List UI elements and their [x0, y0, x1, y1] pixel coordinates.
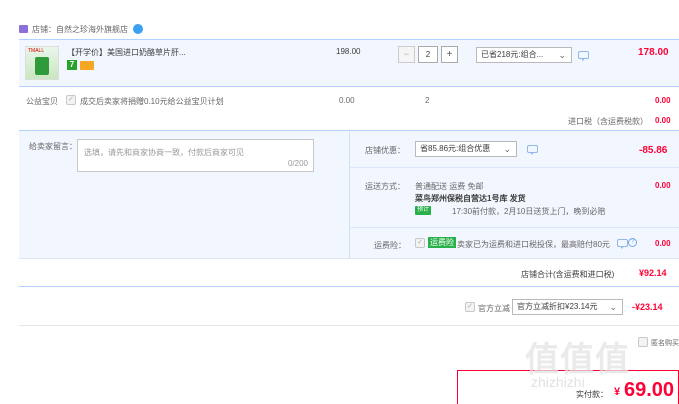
import-tax-label: 进口税（含运费税款） — [568, 117, 648, 126]
official-discount-select[interactable]: 官方立减折扣¥23.14元 ⌄ — [512, 299, 623, 315]
import-tax-amount: 0.00 — [655, 116, 671, 125]
message-counter: 0/200 — [287, 159, 308, 168]
delivery-promise: 17:30前付款，2月10日送货上门，晚到必赔 — [452, 207, 606, 216]
help-icon[interactable]: ? — [628, 238, 637, 247]
official-discount-value: 官方立减折扣¥23.14元 — [517, 302, 598, 311]
shop-discount-value: 省85.86元:组合优惠 — [420, 144, 491, 153]
unit-price: 198.00 — [336, 47, 361, 56]
charity-label: 公益宝贝 — [26, 97, 58, 106]
shop-total-label: 店铺合计(含运费和进口税) — [521, 270, 615, 279]
charity-text: 成交后卖家将捐赠0.10元给公益宝贝计划 — [80, 97, 224, 106]
shipping-warehouse: 菜鸟郑州保税自营达1号库 发货 — [415, 194, 526, 203]
official-discount-checkbox[interactable]: ✓ — [465, 302, 475, 312]
charity-amount: 0.00 — [655, 96, 671, 105]
shop-name-link[interactable]: 自然之珍海外旗舰店 — [56, 24, 128, 35]
shop-header: 店铺： 自然之珍海外旗舰店 — [19, 24, 419, 36]
message-textarea[interactable]: 选填，请先和商家协商一致，付款后商家可见 0/200 — [77, 139, 314, 172]
comment-icon[interactable] — [578, 51, 589, 61]
shop-icon — [19, 25, 28, 33]
thumb-bottle — [35, 57, 49, 75]
shop-discount-label: 店铺优惠： — [365, 146, 405, 155]
wangwang-icon[interactable] — [133, 24, 143, 34]
thumb-text: TMALL — [28, 48, 45, 54]
item-discount-select[interactable]: 已省218元:组合... ⌄ — [476, 47, 572, 63]
divider-line — [350, 227, 679, 228]
watermark: 值值值 zhizhizhi — [525, 332, 675, 402]
panel-divider — [349, 131, 350, 259]
delivery-tag: 预计 — [415, 206, 432, 215]
divider-line — [350, 167, 679, 168]
charity-price: 0.00 — [339, 96, 355, 105]
official-discount-amount: -¥23.14 — [632, 302, 663, 312]
chevron-down-icon: ⌄ — [503, 144, 511, 154]
shop-label: 店铺： — [32, 25, 56, 34]
chevron-down-icon: ⌄ — [609, 302, 617, 312]
chevron-down-icon: ⌄ — [558, 50, 566, 60]
insurance-amount: 0.00 — [655, 239, 671, 248]
watermark-text: zhizhizhi — [531, 374, 585, 390]
card-icon — [80, 61, 94, 70]
insurance-tag: 运费险 — [428, 237, 456, 248]
shop-discount-select[interactable]: 省85.86元:组合优惠 ⌄ — [415, 141, 517, 157]
product-title-link[interactable]: 【开学价】美国进口奶酪草片肝... — [67, 47, 186, 58]
shop-discount-amount: -85.86 — [639, 145, 668, 156]
message-label: 给卖家留言： — [29, 142, 77, 151]
shop-total-amount: ¥92.14 — [639, 268, 667, 278]
insurance-label: 运费险： — [374, 241, 406, 250]
item-subtotal: 178.00 — [638, 47, 669, 58]
quantity-input[interactable]: 2 — [418, 46, 438, 63]
comment-icon[interactable] — [617, 239, 628, 249]
charity-row: 公益宝贝 ✓ 成交后卖家将捐赠0.10元给公益宝贝计划 0.00 2 0.00 — [19, 90, 679, 110]
charity-qty: 2 — [425, 96, 430, 105]
shipping-amount: 0.00 — [655, 181, 671, 190]
decrease-qty-button[interactable]: − — [398, 46, 415, 63]
shipping-line1: 普通配送 运费 免邮 — [415, 182, 484, 191]
product-thumbnail[interactable]: TMALL — [25, 46, 59, 80]
divider-line — [19, 325, 679, 326]
insurance-text: 卖家已为运费和进口税投保，最高赔付80元 — [457, 240, 610, 249]
charity-checkbox[interactable]: ✓ — [66, 95, 76, 105]
official-discount-label: 官方立减 — [478, 304, 510, 313]
quantity-stepper: − 2 + — [398, 46, 462, 64]
increase-qty-button[interactable]: + — [441, 46, 458, 63]
order-options-panel: 给卖家留言： 选填，请先和商家协商一致，付款后商家可见 0/200 店铺优惠： … — [19, 130, 679, 259]
insurance-checkbox[interactable]: ✓ — [415, 238, 425, 248]
item-discount-value: 已省218元:组合... — [481, 50, 544, 59]
comment-icon[interactable] — [527, 145, 538, 155]
item-row: TMALL 【开学价】美国进口奶酪草片肝... 7 198.00 − 2 + 已… — [19, 39, 679, 87]
shipping-label: 运送方式： — [365, 182, 405, 191]
shop-total-row: 店铺合计(含运费和进口税) ¥92.14 — [19, 258, 679, 287]
message-placeholder: 选填，请先和商家协商一致，付款后商家可见 — [84, 148, 244, 157]
seven-day-return-badge: 7 — [67, 60, 77, 70]
